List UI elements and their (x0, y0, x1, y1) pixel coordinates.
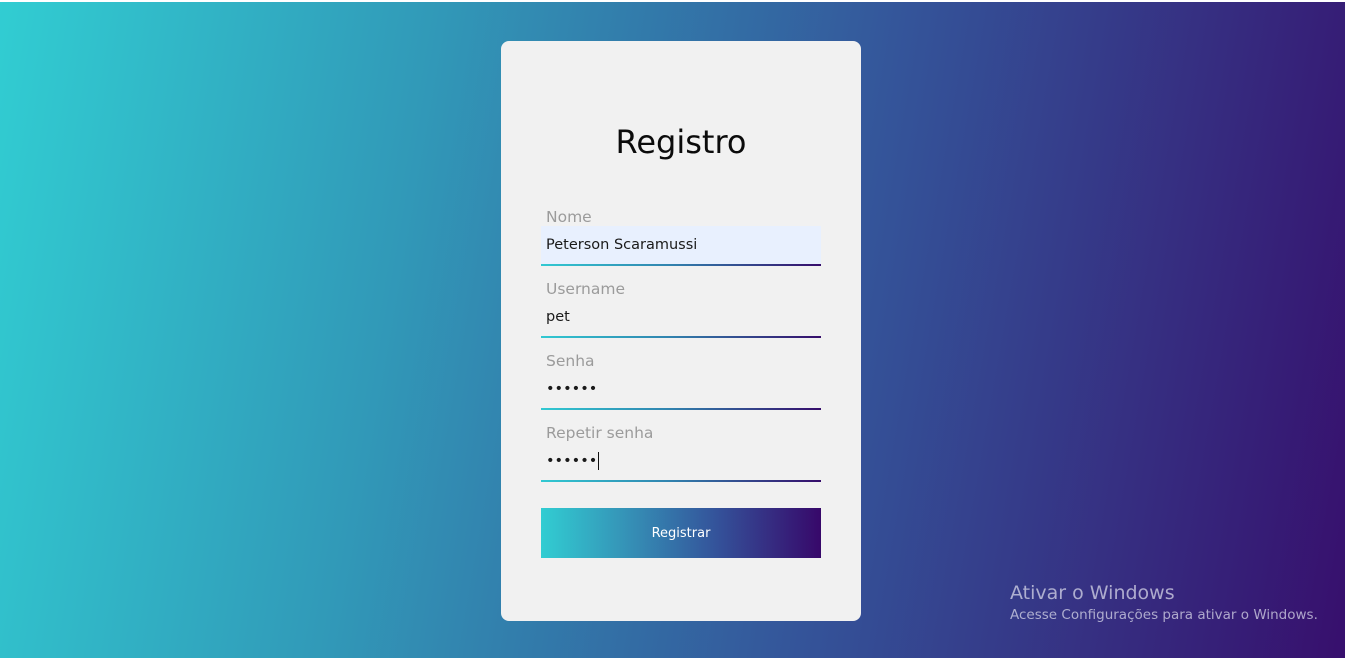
repeat-password-field-group: Repetir senha •••••• (541, 423, 821, 485)
password-input-value: •••••• (546, 381, 598, 397)
name-underline (541, 264, 821, 266)
repeat-password-label: Repetir senha (546, 424, 654, 442)
name-field-group: Nome Peterson Scaramussi (541, 207, 821, 269)
repeat-password-input[interactable]: •••••• (541, 442, 821, 480)
name-label: Nome (546, 208, 592, 226)
username-input[interactable]: pet (541, 298, 821, 336)
watermark-title: Ativar o Windows (1010, 582, 1175, 604)
repeat-password-input-value: •••••• (546, 453, 598, 469)
name-input[interactable]: Peterson Scaramussi (541, 226, 821, 264)
watermark-subtitle: Acesse Configurações para ativar o Windo… (1010, 607, 1318, 623)
name-input-value: Peterson Scaramussi (546, 237, 698, 253)
password-label: Senha (546, 352, 595, 370)
text-caret (598, 452, 600, 470)
register-button[interactable]: Registrar (541, 508, 821, 558)
username-underline (541, 336, 821, 338)
username-field-group: Username pet (541, 279, 821, 341)
password-field-group: Senha •••••• (541, 351, 821, 413)
username-label: Username (546, 280, 626, 298)
window-top-edge (0, 0, 1345, 2)
password-underline (541, 408, 821, 410)
repeat-password-underline (541, 480, 821, 482)
password-input[interactable]: •••••• (541, 370, 821, 408)
username-input-value: pet (546, 309, 570, 325)
register-card: Registro Nome Peterson Scaramussi Userna… (501, 41, 861, 621)
windows-activation-watermark: Ativar o Windows Acesse Configurações pa… (1010, 581, 1318, 625)
page-title: Registro (615, 123, 747, 161)
